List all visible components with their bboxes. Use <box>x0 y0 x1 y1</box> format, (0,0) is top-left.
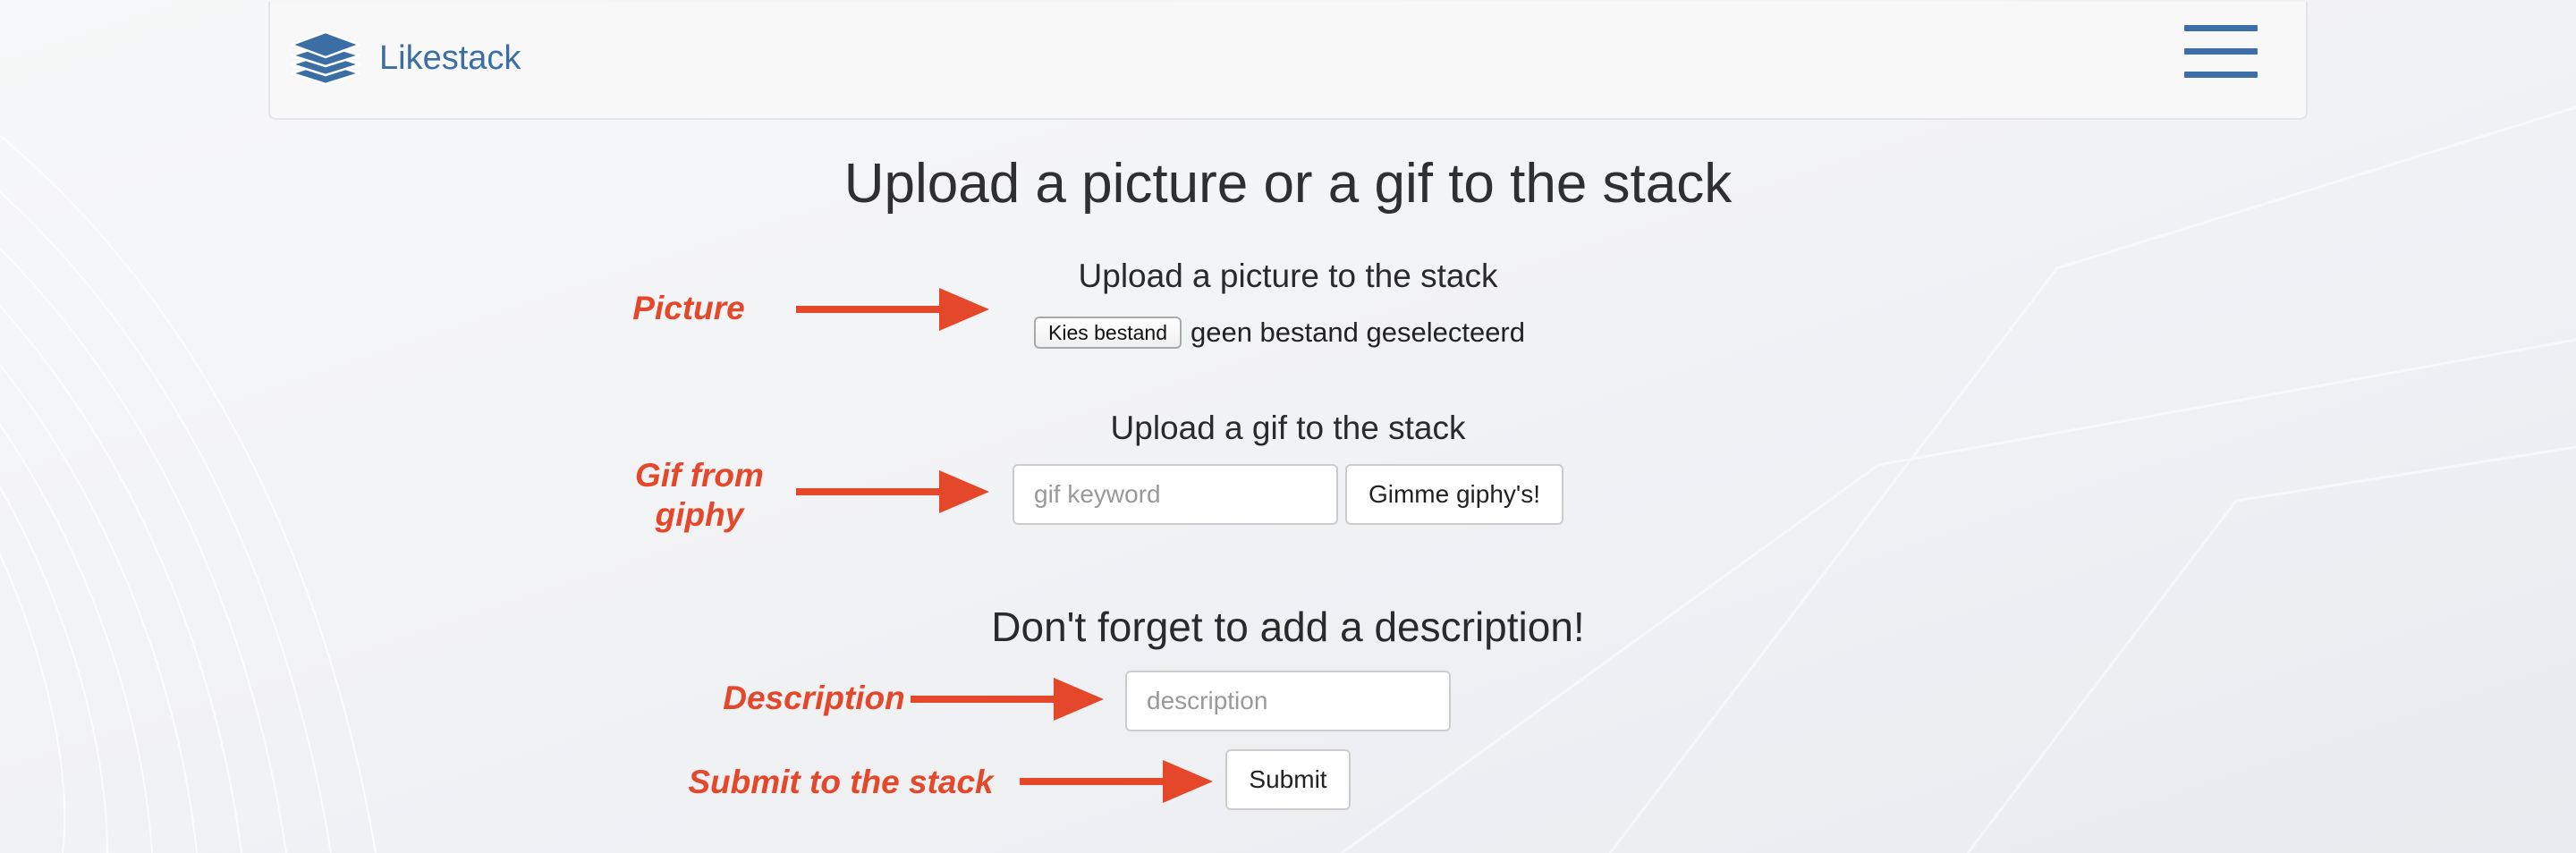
file-status: geen bestand geselecteerd <box>1190 317 1525 348</box>
annotation-gif-line2: giphy <box>655 496 744 533</box>
page-title: Upload a picture or a gif to the stack <box>843 153 1733 215</box>
gif-keyword-input[interactable] <box>1013 464 1338 525</box>
giphy-search-button[interactable]: Gimme giphy's! <box>1345 464 1563 525</box>
arrow-picture <box>796 288 989 331</box>
annotation-gif: Gif from giphy <box>617 456 782 535</box>
arrow-description <box>911 678 1104 721</box>
picture-heading: Upload a picture to the stack <box>1078 258 1498 294</box>
arrow-gif <box>796 470 989 513</box>
annotation-gif-line1: Gif from <box>635 457 764 494</box>
choose-file-button[interactable]: Kies bestand <box>1034 317 1182 349</box>
annotation-picture: Picture <box>632 290 745 326</box>
gif-heading: Upload a gif to the stack <box>1110 410 1466 446</box>
annotation-description: Description <box>723 680 905 716</box>
annotation-submit: Submit to the stack <box>688 764 994 800</box>
submit-button[interactable]: Submit <box>1225 749 1351 810</box>
description-input[interactable] <box>1125 671 1451 731</box>
arrow-submit <box>1020 760 1213 803</box>
file-upload: Kies bestand geen bestand geselecteerd <box>1034 315 1525 350</box>
description-heading: Don't forget to add a description! <box>991 604 1585 650</box>
